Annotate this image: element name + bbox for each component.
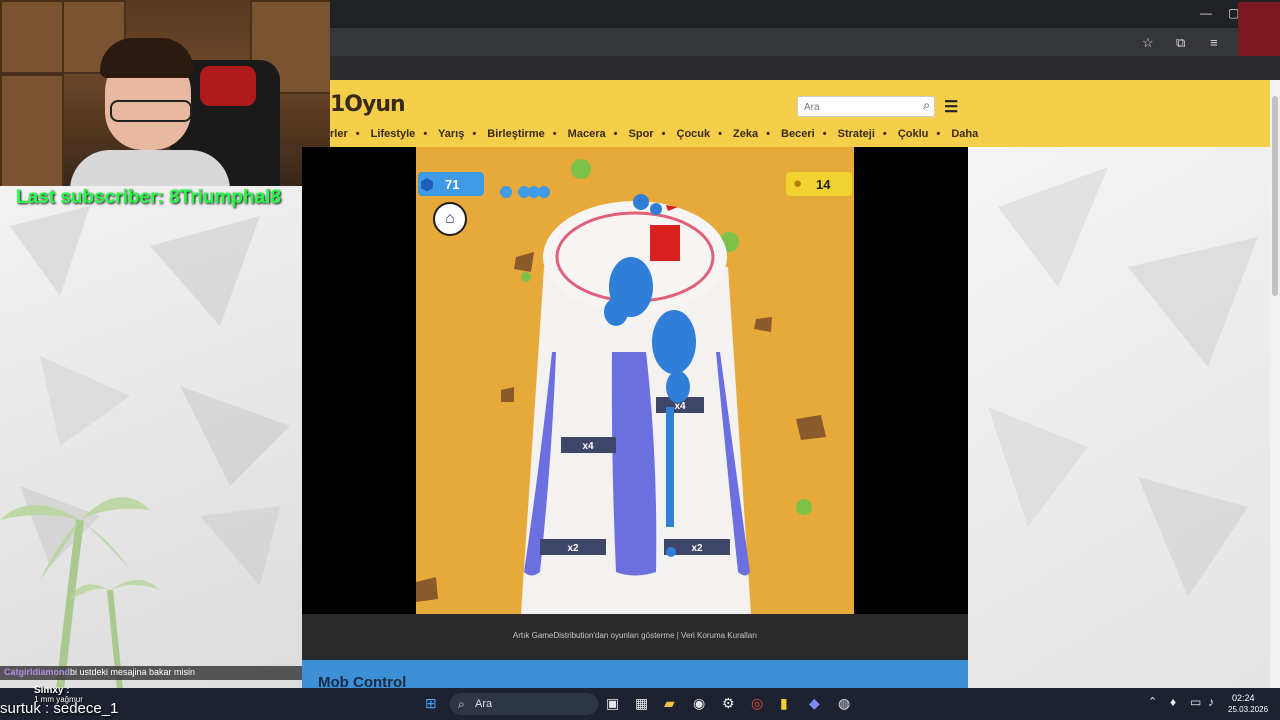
tray-chevron-icon[interactable]: ⌃ (1148, 695, 1157, 708)
windows-start-icon[interactable]: ⊞ (425, 695, 437, 712)
search-input[interactable] (798, 99, 910, 116)
bookmarks-bar (330, 56, 1280, 80)
browser-titlebar (330, 0, 1280, 28)
game-scene[interactable]: x4 x4 x2 x2 (416, 147, 854, 614)
webcam-feed (0, 0, 330, 186)
nav-item[interactable]: Macera (568, 128, 606, 140)
browser-toolbar (330, 28, 1280, 56)
nav-item[interactable]: Beceri (781, 128, 815, 140)
gate-label: x2 (567, 543, 579, 554)
rock (754, 317, 772, 332)
gate-label: x4 (582, 441, 594, 452)
nav-item[interactable]: Spor (629, 128, 654, 140)
bush (796, 499, 812, 515)
site-search[interactable]: ⌕ (797, 96, 935, 117)
search-icon[interactable]: ⌕ (923, 98, 930, 113)
nav-item[interactable]: Birleştirme (487, 128, 544, 140)
sticky-notes-icon[interactable]: ▮ (780, 695, 788, 712)
extensions-icon[interactable]: ⧉ (1176, 35, 1185, 51)
clock-date[interactable]: 25.03.2026 (1228, 705, 1268, 714)
task-view-icon[interactable]: ▣ (606, 695, 619, 712)
chrome-icon[interactable]: ◎ (751, 695, 763, 712)
nav-item[interactable]: Lifestyle (371, 128, 416, 140)
microphone-icon[interactable]: ♦ (1170, 695, 1176, 709)
taskbar-search-text[interactable]: Ara (475, 698, 492, 710)
game-canvas[interactable]: x4 x4 x2 x2 (416, 147, 854, 614)
rock (416, 577, 438, 602)
steam-icon[interactable]: ⚙ (722, 695, 735, 712)
file-explorer-icon[interactable]: ▰ (664, 695, 675, 712)
gem-count: 71 (445, 177, 460, 192)
gate-label: x2 (691, 543, 703, 554)
obs-icon[interactable]: ◍ (838, 695, 850, 712)
nav-item[interactable]: Strateji (838, 128, 875, 140)
display-icon[interactable]: ▭ (1190, 695, 1201, 709)
gem-icon: ⬢ (420, 177, 434, 194)
chat-text: bi ustdeki mesajina bakar misin (70, 667, 196, 677)
gem-stack-icon (500, 186, 550, 198)
minimize-icon[interactable]: — (1200, 6, 1212, 20)
nav-item[interactable]: Daha (951, 128, 978, 140)
rock (796, 415, 826, 440)
nav-item[interactable]: Çocuk (677, 128, 711, 140)
last-subscriber-label: Last subscriber: 8Triumphal8 (16, 187, 282, 208)
coin-count: 14 (816, 177, 831, 192)
taskbar-search[interactable] (450, 693, 598, 715)
nav-item[interactable]: rler (330, 128, 348, 140)
coin-icon: ● (793, 175, 803, 192)
rock (514, 252, 534, 272)
bush (521, 272, 531, 282)
chat-username: Catgirldiamond (4, 667, 71, 677)
nav-item[interactable]: Yarış (438, 128, 464, 140)
home-button[interactable]: ⌂ (433, 202, 467, 236)
site-logo[interactable]: 1Oyun (330, 92, 406, 117)
bush (571, 159, 591, 179)
clock-time[interactable]: 02:24 (1232, 693, 1255, 703)
nav-item[interactable]: Zeka (733, 128, 758, 140)
category-nav: rler • Lifestyle • Yarış • Birleştirme • Mac… (330, 128, 979, 140)
scrollbar-thumb[interactable] (1272, 96, 1278, 296)
taskbar-search-icon: ⌕ (458, 697, 465, 711)
widgets-icon[interactable]: ▦ (635, 695, 648, 712)
bookmark-star-icon[interactable]: ☆ (1142, 35, 1154, 51)
discord-icon[interactable]: ◆ (809, 695, 820, 712)
rock (501, 387, 514, 402)
menu-search-icon[interactable]: ☰ (944, 97, 958, 117)
palm-tree-graphic (0, 497, 160, 690)
nav-item[interactable]: Çoklu (898, 128, 929, 140)
subscriber-ticker: surtuk : sedece_1 (0, 700, 119, 717)
volume-icon[interactable]: ♪ (1208, 695, 1214, 709)
home-icon: ⌂ (445, 210, 455, 227)
footer-links[interactable]: Artık GameDistribution'dan oyunları göst… (302, 631, 968, 640)
profile-thumbnail[interactable] (1238, 2, 1280, 56)
media-icon[interactable]: ≡ (1210, 35, 1218, 50)
enemy-base (650, 225, 680, 261)
app-icon[interactable]: ◉ (693, 695, 705, 712)
page-triangles (988, 167, 1258, 597)
